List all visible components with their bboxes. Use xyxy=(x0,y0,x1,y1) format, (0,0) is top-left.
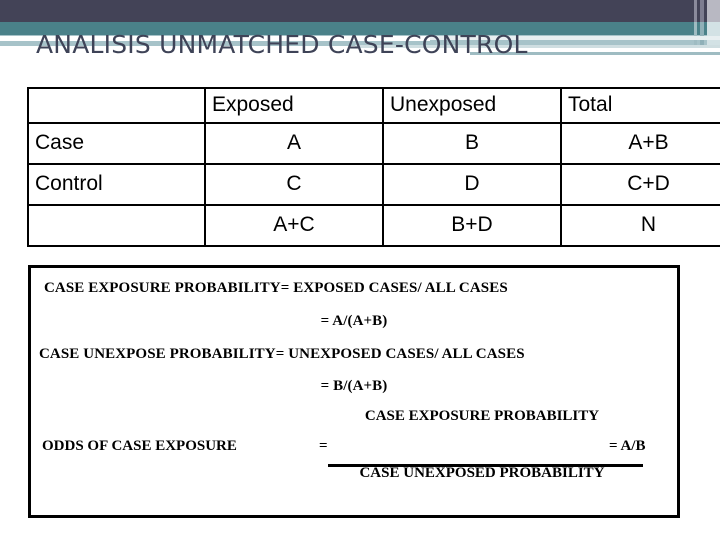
banner-stripe-3-upper xyxy=(707,0,720,22)
banner-stripe-3-lower xyxy=(707,22,720,46)
table-row: A+C B+D N xyxy=(27,204,720,247)
page-title: ANALISIS UNMATCHED CASE-CONTROL xyxy=(36,30,528,59)
formula-case-unexpose-probability: CASE UNEXPOSE PROBABILITY= UNEXPOSED CAS… xyxy=(39,346,525,362)
table-cell-total: A+B xyxy=(560,122,720,165)
formula-case-exposure-value: = A/(A+B) xyxy=(320,313,388,329)
table-cell-total: N xyxy=(560,204,720,247)
fraction-numerator: CASE EXPOSURE PROBABILITY xyxy=(364,408,600,424)
table-cell-row-label: Case xyxy=(27,122,206,165)
table-header-unexposed: Unexposed xyxy=(382,87,562,124)
table-cell-unexposed: B xyxy=(382,122,562,165)
table-header-blank xyxy=(27,87,206,124)
banner-stripe-2-lower xyxy=(700,22,704,46)
fraction-denominator: CASE UNEXPOSED PROBABILITY xyxy=(359,465,605,481)
odds-result-value: = A/B xyxy=(609,438,646,454)
contingency-table: Exposed Unexposed Total Case A B A+B Con… xyxy=(27,87,720,247)
table-cell-exposed: C xyxy=(204,163,384,206)
formula-case-unexpose-value: = B/(A+B) xyxy=(320,378,388,394)
odds-equals-sign: = xyxy=(319,438,328,454)
banner-stripe-1-upper xyxy=(694,0,697,22)
table-row: Case A B A+B xyxy=(27,122,720,165)
table-cell-total: C+D xyxy=(560,163,720,206)
table-cell-exposed: A+C xyxy=(204,204,384,247)
odds-of-case-exposure-label: ODDS OF CASE EXPOSURE xyxy=(42,438,237,454)
table-header-exposed: Exposed xyxy=(204,87,384,124)
table-header-row: Exposed Unexposed Total xyxy=(27,87,720,124)
table-cell-exposed: A xyxy=(204,122,384,165)
table-cell-row-label: Control xyxy=(27,163,206,206)
table-cell-unexposed: D xyxy=(382,163,562,206)
table-header-total: Total xyxy=(560,87,720,124)
banner-dark-band xyxy=(0,0,720,22)
banner-stripe-1-lower xyxy=(694,22,697,46)
table-row: Control C D C+D xyxy=(27,163,720,206)
table-cell-unexposed: B+D xyxy=(382,204,562,247)
table-cell-row-label xyxy=(27,204,206,247)
formula-case-exposure-probability: CASE EXPOSURE PROBABILITY= EXPOSED CASES… xyxy=(44,280,508,296)
banner-stripe-2-upper xyxy=(700,0,704,22)
formula-text-box: CASE EXPOSURE PROBABILITY= EXPOSED CASES… xyxy=(28,265,680,518)
